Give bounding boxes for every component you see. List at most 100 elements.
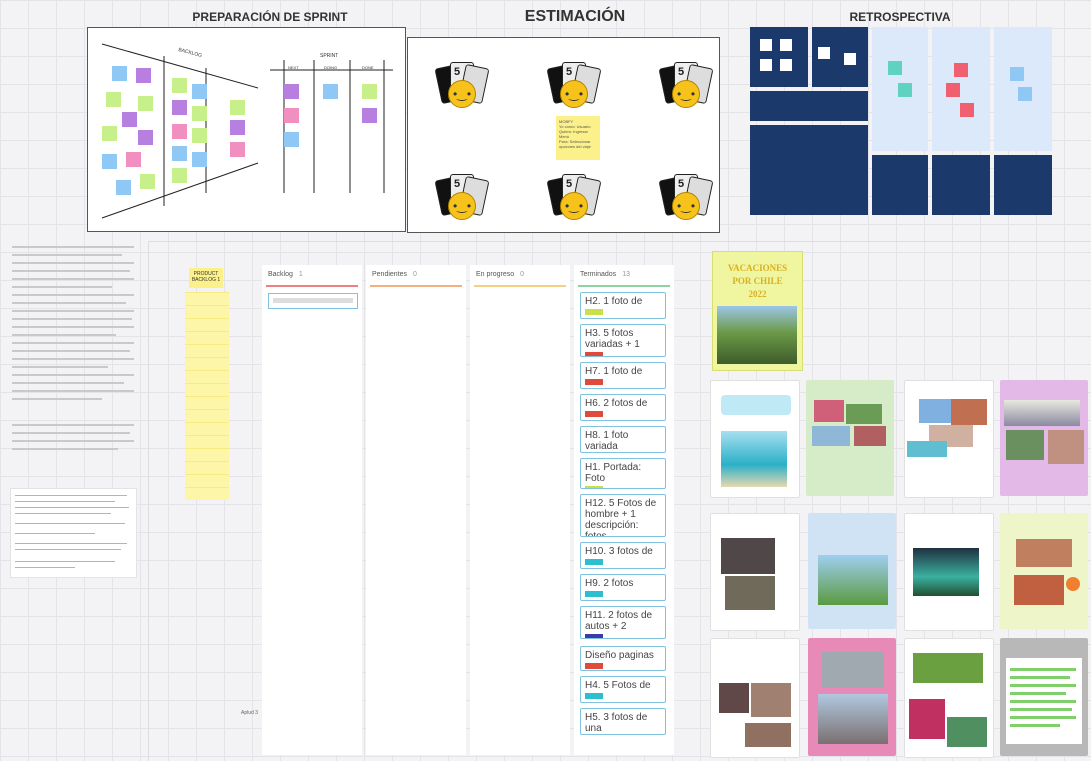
sticky-note[interactable] [136, 68, 151, 83]
estimation-title: ESTIMACIÓN [524, 8, 626, 25]
kanban-card[interactable]: H4. 5 Fotos de [580, 676, 666, 703]
sticky-note[interactable] [102, 126, 117, 141]
sticky-note[interactable] [172, 78, 187, 93]
retro-panel[interactable] [994, 155, 1052, 215]
kanban-card[interactable]: H1. Portada: Foto [580, 458, 666, 489]
photo-page[interactable] [1000, 513, 1088, 629]
photo-page[interactable] [904, 638, 994, 758]
sticky-note[interactable] [138, 130, 153, 145]
retro-panel[interactable] [750, 125, 868, 215]
sticky-note[interactable] [284, 132, 299, 147]
retro-panel[interactable] [750, 27, 808, 87]
planning-poker-cards[interactable]: 5 •‿• [434, 60, 490, 110]
kanban-column-in-progress[interactable]: En progreso 0 [470, 265, 570, 755]
planning-poker-cards[interactable]: 5 •‿• [658, 172, 714, 222]
emoji-face-icon: •‿• [560, 192, 588, 220]
sticky-note[interactable] [230, 142, 245, 157]
sticky-note[interactable] [122, 112, 137, 127]
kanban-card[interactable]: H9. 2 fotos [580, 574, 666, 601]
estimation-board[interactable]: 5 •‿• 5 •‿• 5 •‿• 5 •‿• 5 •‿• 5 •‿• MOBFY Yo c… [407, 37, 720, 233]
kanban-card[interactable]: Diseño paginas [580, 646, 666, 671]
card-tag [585, 486, 603, 488]
kanban-column-header: Backlog 1 [268, 271, 303, 278]
photo-page[interactable] [710, 638, 800, 758]
kanban-card[interactable]: H8. 1 foto variada [580, 426, 666, 453]
retro-column[interactable] [932, 27, 990, 151]
photo-page[interactable] [806, 380, 894, 496]
sticky-note[interactable] [106, 92, 121, 107]
sticky-note[interactable] [126, 152, 141, 167]
sprint-col-next: NEXT [288, 65, 299, 70]
emoji-face-icon: •‿• [672, 80, 700, 108]
photo-page[interactable] [710, 513, 800, 631]
kanban-card[interactable]: H10. 3 fotos de [580, 542, 666, 569]
retro-panel[interactable] [872, 155, 928, 215]
sticky-note[interactable] [116, 180, 131, 195]
sticky-note[interactable] [172, 100, 187, 115]
retro-panel[interactable] [812, 27, 868, 87]
sticky-note[interactable] [172, 124, 187, 139]
sticky-note[interactable] [230, 120, 245, 135]
product-backlog-stickies[interactable] [185, 292, 229, 500]
sticky-note[interactable] [192, 152, 207, 167]
photo-page[interactable] [808, 513, 896, 629]
kanban-card[interactable]: H7. 1 foto de [580, 362, 666, 389]
kanban-card-title: H5. 3 fotos de una [585, 712, 648, 734]
vacation-cover-page[interactable]: VACACIONES POR CHILE 2022 [712, 251, 803, 371]
sticky-note[interactable] [138, 96, 153, 111]
sticky-note[interactable] [172, 146, 187, 161]
kanban-card[interactable] [268, 293, 358, 309]
kanban-card[interactable]: H5. 3 fotos de una [580, 708, 666, 735]
planning-poker-cards[interactable]: 5 •‿• [546, 60, 602, 110]
sticky-note[interactable] [192, 106, 207, 121]
kanban-card[interactable]: H12. 5 Fotos de hombre + 1 descripción: … [580, 494, 666, 537]
kanban-card-title: H6. 2 fotos de [585, 398, 648, 409]
planning-poker-cards[interactable]: 5 •‿• [546, 172, 602, 222]
sticky-note[interactable] [140, 174, 155, 189]
retro-board[interactable] [750, 27, 1052, 227]
photo-page[interactable] [904, 380, 994, 498]
sticky-note[interactable] [284, 108, 299, 123]
kanban-column-header: En progreso 0 [476, 271, 525, 278]
sticky-note[interactable] [362, 84, 377, 99]
planning-poker-cards[interactable]: 5 •‿• [658, 60, 714, 110]
sticky-note[interactable] [323, 84, 338, 99]
notes-document[interactable] [10, 488, 137, 578]
kanban-card-title: H7. 1 foto de [585, 366, 643, 377]
photo-page[interactable] [710, 380, 800, 498]
sticky-note[interactable] [112, 66, 127, 81]
kanban-column-backlog[interactable]: Backlog 1 [262, 265, 362, 755]
sticky-note[interactable] [172, 168, 187, 183]
kanban-card[interactable]: H6. 2 fotos de [580, 394, 666, 421]
kanban-card-title: H8. 1 foto variada [585, 430, 629, 452]
retro-title: RETROSPECTIVA [849, 10, 951, 24]
retro-column[interactable] [872, 27, 928, 151]
product-backlog-line: BACKLOG 1 [191, 277, 221, 283]
sticky-note[interactable] [102, 154, 117, 169]
kanban-column-pending[interactable]: Pendientes 0 [366, 265, 466, 755]
retro-column[interactable] [994, 27, 1052, 151]
product-backlog-label[interactable]: PRODUCT BACKLOG 1 [189, 268, 223, 288]
sticky-note[interactable] [230, 100, 245, 115]
kanban-card[interactable]: H2. 1 foto de [580, 292, 666, 319]
text-page[interactable] [1000, 638, 1088, 756]
kanban-card[interactable]: H3. 5 fotos variadas + 1 [580, 324, 666, 357]
sticky-note[interactable] [192, 128, 207, 143]
retro-panel[interactable] [750, 91, 868, 121]
text-document[interactable] [10, 242, 136, 457]
emoji-face-icon: •‿• [560, 80, 588, 108]
retro-panel[interactable] [932, 155, 990, 215]
sticky-note[interactable] [362, 108, 377, 123]
user-story-note[interactable]: MOBFY Yo como: Usuario Quiero: Ingresar … [556, 116, 600, 160]
photo-page[interactable] [904, 513, 994, 631]
photo-page[interactable] [808, 638, 896, 756]
sticky-note[interactable] [192, 84, 207, 99]
sticky-note[interactable] [284, 84, 299, 99]
sprint-col-doing: DOING [324, 65, 338, 70]
kanban-card[interactable]: H11. 2 fotos de autos + 2 [580, 606, 666, 639]
sprint-prep-board[interactable]: BACKLOG SPRINT NEXT DOING DONE [87, 27, 406, 232]
planning-poker-cards[interactable]: 5 •‿• [434, 172, 490, 222]
kanban-card-title: Diseño paginas [585, 650, 654, 661]
photo-page[interactable] [1000, 380, 1088, 496]
kanban-card-title: H9. 2 fotos [585, 578, 634, 589]
